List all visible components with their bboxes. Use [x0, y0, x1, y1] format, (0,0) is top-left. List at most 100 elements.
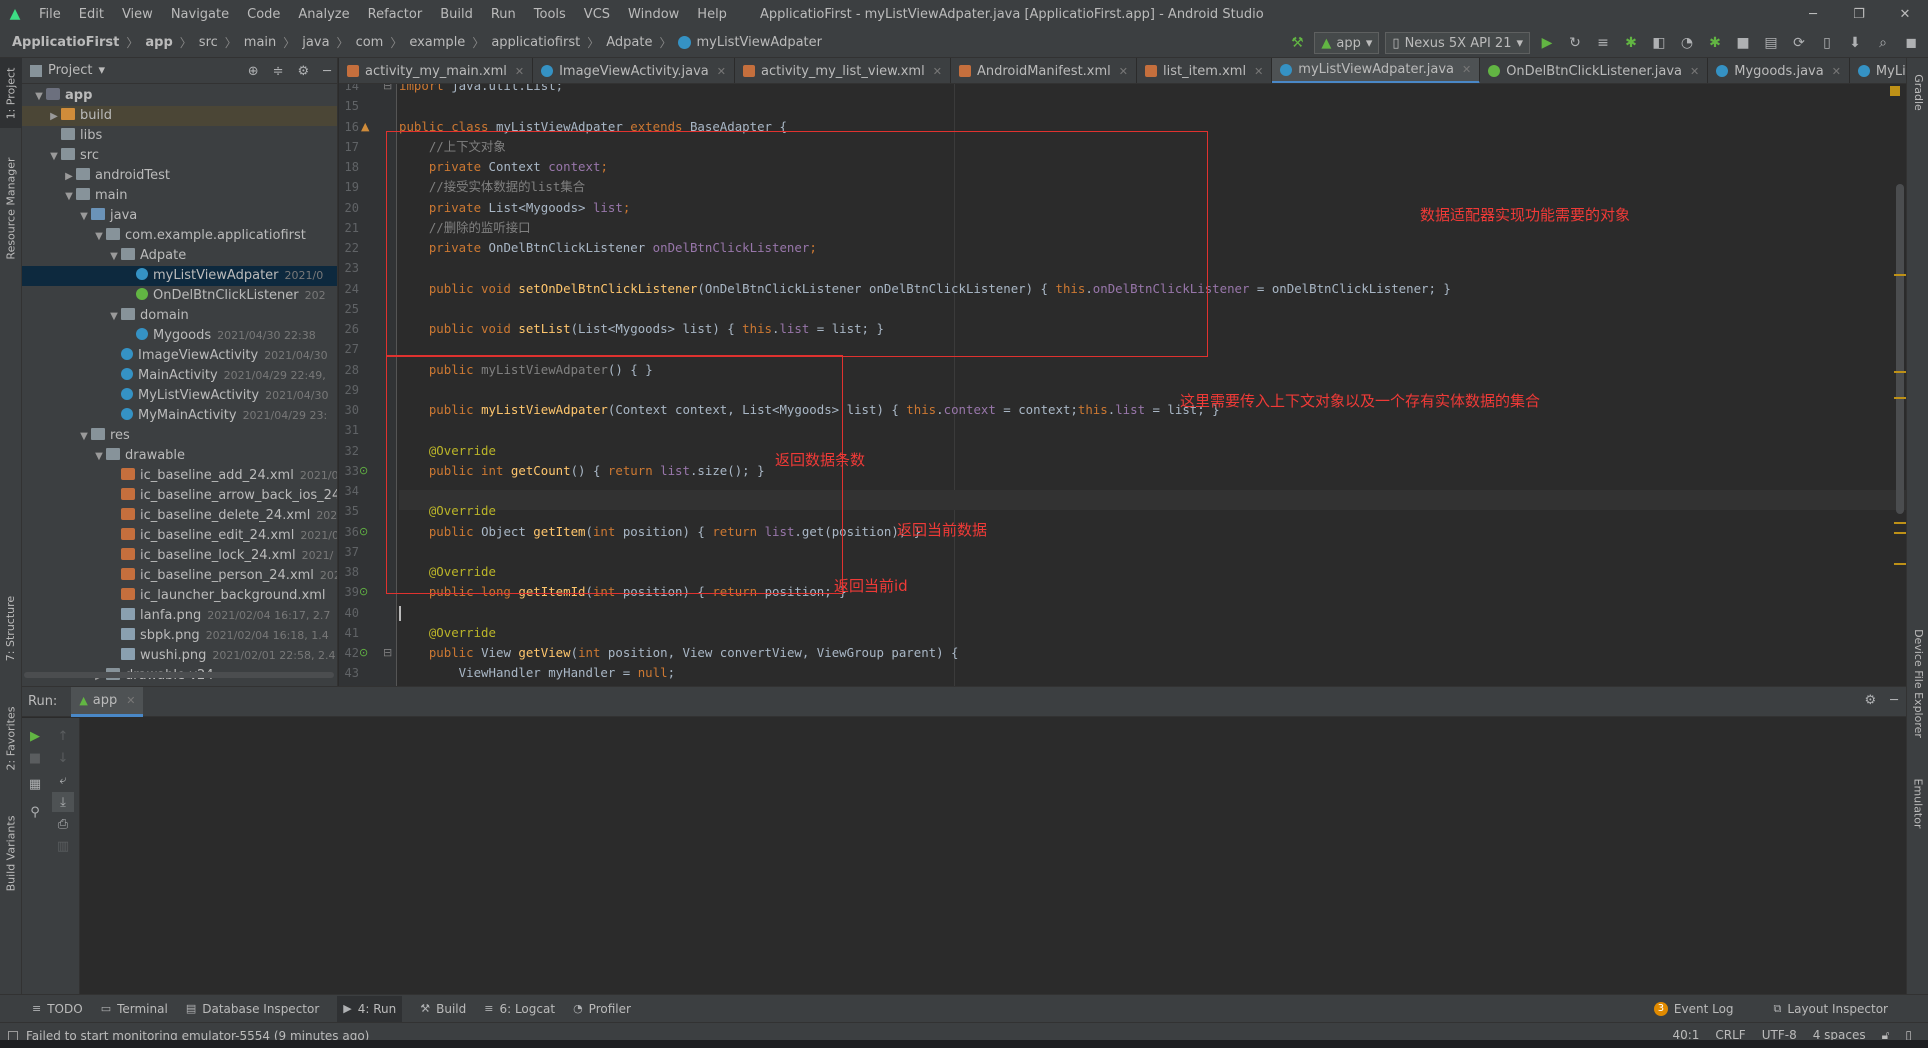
collapse-all-icon[interactable]: ≑ — [273, 64, 284, 79]
menu-file[interactable]: File — [30, 7, 70, 22]
tree-item[interactable]: Mygoods 2021/04/30 22:38 — [22, 326, 337, 346]
tree-item[interactable]: ▼ drawable — [22, 446, 337, 467]
chevron-down-icon[interactable]: ▼ — [77, 207, 91, 227]
menu-code[interactable]: Code — [238, 7, 289, 22]
override-icon[interactable]: ⊙ — [359, 464, 368, 477]
close-icon[interactable]: ✕ — [1832, 65, 1841, 78]
device-select[interactable]: ▯ Nexus 5X API 21 ▾ — [1385, 32, 1530, 54]
chevron-right-icon[interactable]: ▶ — [47, 107, 61, 127]
tree-item[interactable]: ImageViewActivity 2021/04/30 — [22, 346, 337, 366]
tree-item[interactable]: ic_launcher_background.xml — [22, 586, 337, 606]
apply-changes-icon[interactable]: ≡ — [1592, 32, 1614, 54]
chevron-right-icon[interactable]: ▶ — [62, 167, 76, 187]
tree-item[interactable]: MainActivity 2021/04/29 22:49, — [22, 366, 337, 386]
menu-build[interactable]: Build — [431, 7, 482, 22]
trash-icon[interactable]: ▥ — [52, 836, 74, 856]
tool-tab-structure[interactable]: 7: Structure — [0, 588, 22, 668]
warning-marker[interactable] — [1894, 522, 1906, 524]
breadcrumb-item[interactable]: ApplicatioFirst — [12, 35, 119, 50]
minimize-icon[interactable]: ─ — [1790, 0, 1836, 28]
breadcrumb-item[interactable]: java — [302, 35, 329, 50]
tree-item[interactable]: ic_baseline_arrow_back_ios_24 — [22, 486, 337, 506]
close-icon[interactable]: ✕ — [1119, 65, 1128, 78]
hide-icon[interactable]: ─ — [323, 64, 331, 79]
breadcrumb-item[interactable]: main — [244, 35, 276, 50]
code-editor[interactable]: 14 15 16 17 18 19 20 21 22 23 24 25 26 27 28 29 30 31 32 33… — [339, 84, 1906, 686]
tree-item[interactable]: ic_baseline_person_24.xml 2021 — [22, 566, 337, 586]
tool-tab-todo[interactable]: ≡ TODO — [32, 1002, 83, 1016]
tree-item[interactable]: ▼ Adpate — [22, 246, 337, 267]
tree-item[interactable]: libs — [22, 126, 337, 146]
chevron-down-icon[interactable]: ▾ — [98, 63, 105, 78]
tool-tab-gradle[interactable]: Gradle — [1907, 62, 1928, 122]
breadcrumb-item[interactable]: Adpate — [606, 35, 652, 50]
sdk-manager-icon[interactable]: ⬇ — [1844, 32, 1866, 54]
close-icon[interactable]: ✕ — [1690, 65, 1699, 78]
stop-icon[interactable]: ■ — [1732, 32, 1754, 54]
close-icon[interactable]: ✕ — [933, 65, 942, 78]
tree-item[interactable]: ▶ build — [22, 106, 337, 127]
tool-tab-database-inspector[interactable]: ▤ Database Inspector — [186, 1002, 319, 1016]
tree-item[interactable]: sbpk.png 2021/02/04 16:18, 1.4 — [22, 626, 337, 646]
breadcrumb-item[interactable]: app — [145, 35, 172, 50]
tool-tab-4-run[interactable]: ▶ 4: Run — [337, 995, 403, 1022]
tree-item[interactable]: lanfa.png 2021/02/04 16:17, 2.7 — [22, 606, 337, 626]
sync-icon[interactable]: ⟳ — [1788, 32, 1810, 54]
tool-tab-6-logcat[interactable]: ≡ 6: Logcat — [484, 1002, 555, 1016]
status-toggle-icon[interactable] — [8, 1030, 18, 1041]
warning-marker[interactable] — [1894, 563, 1906, 565]
down-arrow-icon[interactable]: ↓ — [52, 748, 74, 768]
chevron-down-icon[interactable]: ▼ — [62, 187, 76, 207]
breadcrumb-item[interactable]: src — [199, 35, 218, 50]
tool-tab-project[interactable]: 1: Project — [0, 58, 22, 128]
run-icon[interactable]: ▶ — [1536, 32, 1558, 54]
event-log-button[interactable]: 3 Event Log — [1653, 1001, 1734, 1016]
tree-item[interactable]: ▼ java — [22, 206, 337, 227]
warning-marker[interactable] — [1894, 532, 1906, 534]
tool-tab-favorites[interactable]: 2: Favorites — [0, 698, 22, 778]
breadcrumb-item[interactable]: example — [409, 35, 465, 50]
error-stripe-ok-icon[interactable] — [1890, 86, 1900, 96]
hide-icon[interactable]: ─ — [1890, 693, 1898, 708]
tree-item[interactable]: ▶ androidTest — [22, 166, 337, 187]
close-icon[interactable]: ✕ — [717, 65, 726, 78]
chevron-down-icon[interactable]: ▼ — [77, 427, 91, 447]
close-icon[interactable]: ✕ — [126, 694, 135, 707]
tool-tab-build-variants[interactable]: Build Variants — [0, 803, 22, 903]
avd-manager-icon[interactable]: ▯ — [1816, 32, 1838, 54]
editor-tab[interactable]: Mygoods.java ✕ — [1708, 58, 1850, 83]
tool-tab-device-file-explorer[interactable]: Device File Explorer — [1907, 618, 1928, 748]
coverage-icon[interactable]: ◧ — [1648, 32, 1670, 54]
close-icon[interactable]: ✕ — [1882, 0, 1928, 28]
tree-item[interactable]: ic_baseline_delete_24.xml 202 — [22, 506, 337, 526]
account-icon[interactable]: ◼ — [1900, 32, 1922, 54]
override-icon[interactable]: ⊙ — [359, 646, 368, 659]
gear-icon[interactable]: ⚙ — [1865, 693, 1877, 708]
menu-tools[interactable]: Tools — [525, 7, 575, 22]
editor-tab[interactable]: activity_my_main.xml ✕ — [339, 58, 534, 83]
stop-icon[interactable]: ■ — [24, 748, 46, 768]
tree-item[interactable]: MyMainActivity 2021/04/29 23: — [22, 406, 337, 426]
menu-help[interactable]: Help — [688, 7, 736, 22]
scroll-to-end-icon[interactable]: ⤓ — [52, 792, 74, 812]
rerun-icon[interactable]: ↻ — [1564, 32, 1586, 54]
fold-icon[interactable]: ⊟ — [383, 646, 392, 659]
tree-item[interactable]: ▼ res — [22, 426, 337, 447]
layout-inspector-button[interactable]: ⧉ Layout Inspector — [1774, 1002, 1888, 1016]
close-icon[interactable]: ✕ — [1462, 63, 1471, 76]
breadcrumb-item[interactable]: myListViewAdpater — [696, 35, 822, 50]
tool-tab-profiler[interactable]: ◔ Profiler — [573, 1002, 631, 1016]
chevron-down-icon[interactable]: ▼ — [107, 247, 121, 267]
restore-icon[interactable]: ❐ — [1836, 0, 1882, 28]
editor-tab[interactable]: OnDelBtnClickListener.java ✕ — [1480, 58, 1709, 83]
override-icon[interactable]: ⊙ — [359, 585, 368, 598]
class-hierarchy-icon[interactable]: ▲ — [361, 120, 369, 133]
chevron-down-icon[interactable]: ▼ — [92, 447, 106, 467]
project-structure-icon[interactable]: ▤ — [1760, 32, 1782, 54]
editor-tab[interactable]: MyListViewActivity.java✕ — [1850, 58, 1906, 83]
up-arrow-icon[interactable]: ↑ — [52, 726, 74, 746]
tree-item[interactable]: ▼ main — [22, 186, 337, 207]
tree-item[interactable]: ic_baseline_edit_24.xml 2021/0 — [22, 526, 337, 546]
warning-marker[interactable] — [1894, 371, 1906, 373]
layout-icon[interactable]: ▦ — [24, 774, 46, 794]
